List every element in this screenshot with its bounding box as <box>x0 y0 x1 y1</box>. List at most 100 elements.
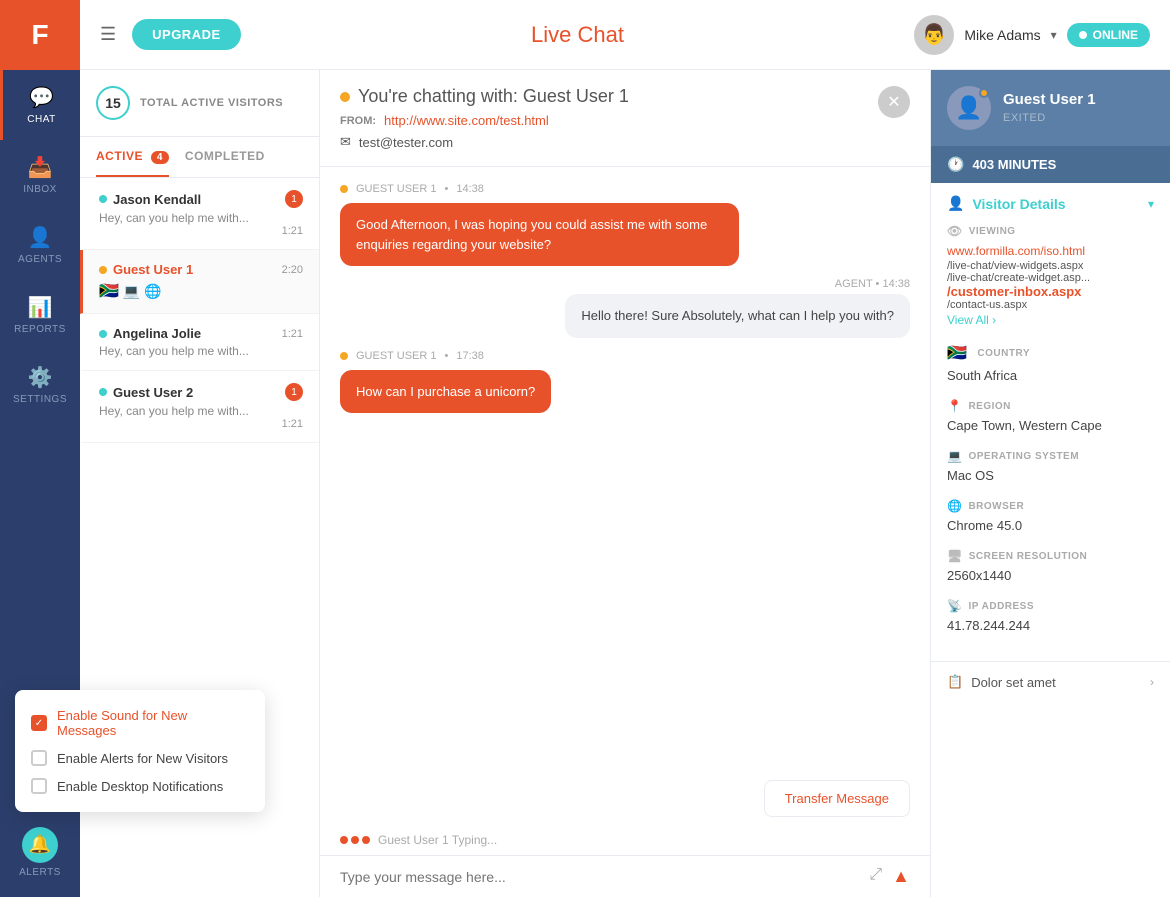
os-value: Mac OS <box>947 468 994 483</box>
chat-input-icons: ⤢ ▲ <box>869 866 910 887</box>
visitor-message: Hey, can you help me with... <box>99 344 303 358</box>
notif-desktop-item[interactable]: Enable Desktop Notifications <box>80 772 249 800</box>
notif-alerts-label: Enable Alerts for New Visitors <box>80 751 228 766</box>
visitor-time: 1:21 <box>282 328 303 340</box>
typing-dots <box>340 836 370 844</box>
message-sender: GUEST USER 1 • 17:38 <box>340 350 910 362</box>
from-url-link[interactable]: http://www.site.com/test.html <box>384 113 549 128</box>
chat-input-row: ⤢ ▲ <box>340 866 910 887</box>
list-item[interactable]: Guest User 1 2:20 🇿🇦 💻 🌐 <box>80 250 319 314</box>
typing-dot <box>340 836 348 844</box>
visitor-panel: 15 TOTAL ACTIVE VISITORS ACTIVE 4 COMPLE… <box>80 70 320 897</box>
chat-input[interactable] <box>340 869 869 885</box>
ip-icon: 📡 <box>947 599 962 613</box>
chat-email-row: ✉ test@tester.com <box>340 134 629 150</box>
region-detail-group: 📍 REGION Cape Town, Western Cape <box>947 399 1154 435</box>
list-item[interactable]: Guest User 2 1 Hey, can you help me with… <box>80 371 319 443</box>
message-bubble-guest: Good Afternoon, I was hoping you could a… <box>340 203 739 266</box>
viewing-url-4[interactable]: /customer-inbox.aspx <box>947 284 1154 299</box>
browser-value: Chrome 45.0 <box>947 518 1022 533</box>
visitor-name: Guest User 2 <box>113 385 193 400</box>
chat-with-title: You're chatting with: Guest User 1 <box>340 86 629 107</box>
notif-sound-item[interactable]: ✓ Enable Sound for New Messages <box>80 702 249 744</box>
viewing-url-3: /live-chat/create-widget.asp... <box>947 272 1154 284</box>
user-dropdown-icon[interactable]: ▾ <box>1051 28 1057 42</box>
view-all-link[interactable]: View All › <box>947 313 996 327</box>
online-dot <box>1079 31 1087 39</box>
visitor-header: 15 TOTAL ACTIVE VISITORS <box>80 70 319 137</box>
sidebar-item-label: SETTINGS <box>13 394 67 405</box>
screen-detail-group: 🖥 SCREEN RESOLUTION 2560x1440 <box>947 549 1154 585</box>
message-sender: AGENT • 14:38 <box>835 278 910 290</box>
tab-active[interactable]: ACTIVE 4 <box>96 137 169 177</box>
close-chat-button[interactable]: ✕ <box>878 86 910 118</box>
message-sender: GUEST USER 1 • 14:38 <box>340 183 910 195</box>
section-header[interactable]: 👤 Visitor Details ▾ <box>947 195 1154 212</box>
message-bubble-agent: Hello there! Sure Absolutely, what can I… <box>565 294 910 338</box>
body-area: 15 TOTAL ACTIVE VISITORS ACTIVE 4 COMPLE… <box>80 70 1170 897</box>
chevron-down-icon: ▾ <box>1148 197 1154 211</box>
avatar: 👨 <box>914 15 954 55</box>
guest-header: 👤 Guest User 1 EXITED <box>931 70 1170 146</box>
tab-completed[interactable]: COMPLETED <box>185 137 265 177</box>
guest-info: Guest User 1 EXITED <box>1003 91 1096 126</box>
username: Mike Adams <box>964 27 1040 43</box>
inbox-icon: 📥 <box>28 155 53 180</box>
visitor-name: Guest User 1 <box>113 262 193 277</box>
sidebar-item-agents[interactable]: 👤 AGENTS <box>0 210 80 280</box>
sender-dot <box>340 352 348 360</box>
status-dot <box>99 330 107 338</box>
country-value: South Africa <box>947 368 1017 383</box>
expand-icon[interactable]: ⤢ <box>869 866 882 887</box>
message-group: GUEST USER 1 • 17:38 How can I purchase … <box>340 350 910 414</box>
viewing-url-1[interactable]: www.formilla.com/iso.html <box>947 244 1085 258</box>
time-row: 🕐 403 MINUTES <box>931 146 1170 183</box>
visitor-header-text: TOTAL ACTIVE VISITORS <box>140 97 283 109</box>
message-group: GUEST USER 1 • 14:38 Good Afternoon, I w… <box>340 183 910 266</box>
screen-value: 2560x1440 <box>947 568 1011 583</box>
alerts-icon: 🔔 <box>22 827 58 863</box>
sidebar-item-reports[interactable]: 📊 REPORTS <box>0 280 80 350</box>
ip-detail-group: 📡 IP ADDRESS 41.78.244.244 <box>947 599 1154 635</box>
list-item[interactable]: Jason Kendall 1 Hey, can you help me wit… <box>80 178 319 250</box>
topbar-user: 👨 Mike Adams ▾ ONLINE <box>914 15 1150 55</box>
notif-alerts-item[interactable]: Enable Alerts for New Visitors <box>80 744 249 772</box>
dolor-chevron-icon: › <box>1150 675 1154 689</box>
sidebar-item-chat[interactable]: 💬 CHAT <box>0 70 80 140</box>
list-item[interactable]: Angelina Jolie 1:21 Hey, can you help me… <box>80 314 319 371</box>
time-text: 403 MINUTES <box>972 157 1056 172</box>
visitor-tabs: ACTIVE 4 COMPLETED <box>80 137 319 178</box>
viewing-detail-group: 👁 VIEWING www.formilla.com/iso.html /liv… <box>947 224 1154 329</box>
visitor-name: Angelina Jolie <box>113 326 201 341</box>
page-title: Live Chat <box>241 22 915 48</box>
right-panel: 👤 Guest User 1 EXITED 🕐 403 MINUTES <box>930 70 1170 897</box>
visitor-time: 1:21 <box>99 225 303 237</box>
sidebar-item-label: ALERTS <box>19 867 61 878</box>
sidebar-item-settings[interactable]: ⚙️ SETTINGS <box>0 350 80 420</box>
ip-value: 41.78.244.244 <box>947 618 1030 633</box>
visitor-details-section: 👤 Visitor Details ▾ 👁 VIEWING www.formil… <box>931 183 1170 661</box>
status-dot <box>99 195 107 203</box>
visitor-message: Hey, can you help me with... <box>99 404 303 418</box>
dolor-section[interactable]: 📋 Dolor set amet › <box>931 661 1170 702</box>
chat-icon: 💬 <box>29 85 54 110</box>
send-icon[interactable]: ▲ <box>892 866 910 887</box>
chat-header: You're chatting with: Guest User 1 FROM:… <box>320 70 930 167</box>
main-content: ☰ UPGRADE Live Chat 👨 Mike Adams ▾ ONLIN… <box>80 0 1170 897</box>
flag-icon: 🇿🇦 <box>947 343 967 363</box>
sidebar-item-alerts[interactable]: 🔔 ALERTS <box>0 817 80 887</box>
agents-icon: 👤 <box>28 225 53 250</box>
country-detail-group: 🇿🇦 COUNTRY South Africa <box>947 343 1154 385</box>
visitor-name: Jason Kendall <box>113 192 201 207</box>
guest-status-dot <box>979 88 989 98</box>
screen-icon: 🖥 <box>947 549 963 563</box>
flag-icon: 🇿🇦 <box>99 281 119 301</box>
online-status-badge[interactable]: ONLINE <box>1067 23 1150 47</box>
sidebar-logo: F <box>0 0 80 70</box>
visitor-time: 2:20 <box>282 264 303 276</box>
upgrade-button[interactable]: UPGRADE <box>132 19 241 50</box>
menu-icon[interactable]: ☰ <box>100 24 116 45</box>
sidebar-item-inbox[interactable]: 📥 INBOX <box>0 140 80 210</box>
os-label: 💻 OPERATING SYSTEM <box>947 449 1154 463</box>
transfer-message-button[interactable]: Transfer Message <box>764 780 910 817</box>
